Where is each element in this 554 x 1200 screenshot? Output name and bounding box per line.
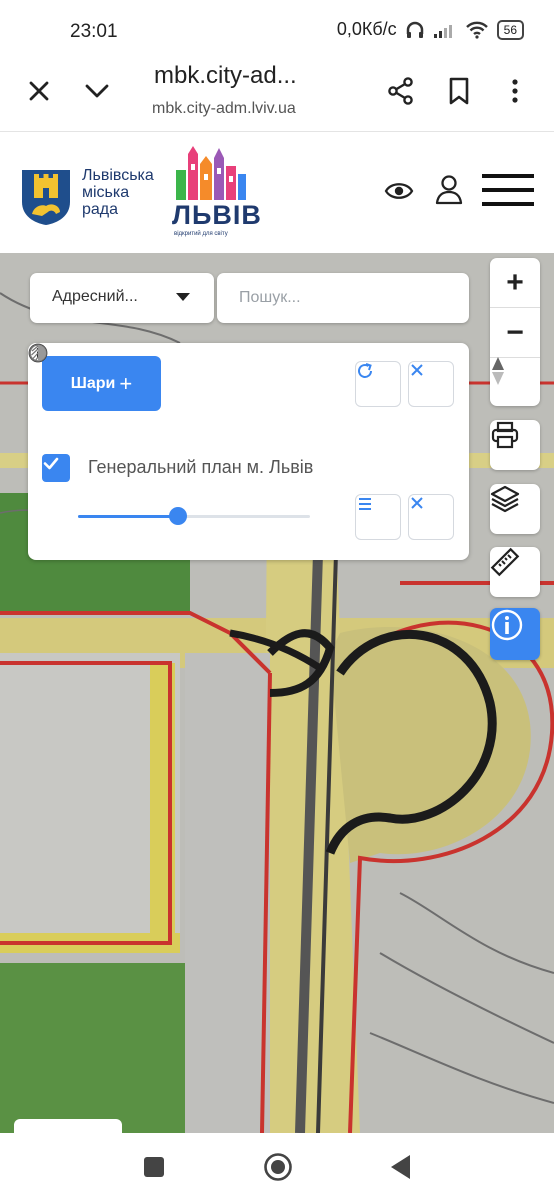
brand-tagline: відкритий для світу xyxy=(174,231,228,237)
caret-down-icon xyxy=(176,293,190,301)
close-icon[interactable] xyxy=(24,76,54,106)
recent-apps-icon[interactable] xyxy=(144,1157,164,1177)
battery-indicator: 56 xyxy=(496,19,524,40)
layer-legend-button[interactable] xyxy=(355,494,401,540)
layer-name: Генеральний план м. Львів xyxy=(88,457,314,477)
refresh-layers-button[interactable] xyxy=(355,361,401,407)
back-icon[interactable] xyxy=(388,1153,412,1181)
user-icon[interactable] xyxy=(434,174,464,206)
measure-button[interactable] xyxy=(490,547,540,597)
refresh-icon xyxy=(358,363,372,378)
zoom-controls: + − xyxy=(490,258,540,406)
add-layers-button[interactable]: Шари + xyxy=(42,356,161,411)
zoom-out-button[interactable]: − xyxy=(490,308,540,358)
address-type-value: Адресний... xyxy=(52,288,138,305)
menu-icon[interactable] xyxy=(482,172,534,208)
map-view[interactable]: Адресний... + − Шари + Г xyxy=(0,253,554,1133)
ruler-icon xyxy=(490,547,520,577)
print-button[interactable] xyxy=(490,420,540,470)
opacity-slider-thumb[interactable] xyxy=(168,507,187,525)
list-icon xyxy=(359,498,371,510)
site-header: Львівська міська рада ЛЬВІВ відкритий дл… xyxy=(0,132,554,253)
browser-toolbar: mbk.city-ad... mbk.city-adm.lviv.ua xyxy=(0,62,554,132)
check-icon xyxy=(43,457,59,470)
chevron-down-icon[interactable] xyxy=(82,76,112,106)
remove-layer-button[interactable] xyxy=(408,494,454,540)
headphones-icon xyxy=(406,21,423,38)
lviv-towers-logo[interactable] xyxy=(172,144,250,202)
status-time: 23:01 xyxy=(70,21,118,42)
address-type-select[interactable]: Адресний... xyxy=(30,273,214,323)
system-navigation-bar xyxy=(0,1133,554,1200)
page-title: mbk.city-ad... xyxy=(154,62,297,89)
network-speed: 0,0Кб/с xyxy=(336,19,397,39)
signal-icon xyxy=(433,24,452,38)
plus-icon: + xyxy=(119,370,133,396)
layers-icon xyxy=(490,485,520,513)
search-input[interactable] xyxy=(217,273,469,323)
layers-button[interactable] xyxy=(490,484,540,534)
layers-panel: Шари + Генеральний план м. Львів xyxy=(28,343,469,560)
opacity-slider-track[interactable] xyxy=(78,515,310,518)
opacity-icon xyxy=(29,344,47,362)
more-vertical-icon[interactable] xyxy=(500,76,530,106)
eye-icon[interactable] xyxy=(384,176,414,206)
share-icon[interactable] xyxy=(386,76,416,106)
compass-icon xyxy=(492,357,504,385)
city-council-name: Львівська міська рада xyxy=(82,167,154,218)
layer-visibility-checkbox[interactable] xyxy=(42,454,70,482)
zoom-in-button[interactable]: + xyxy=(490,258,540,308)
page-url[interactable]: mbk.city-adm.lviv.ua xyxy=(152,100,296,118)
info-button[interactable] xyxy=(490,608,540,660)
info-icon xyxy=(491,609,523,641)
status-bar: 23:01 0,0Кб/с 56 xyxy=(0,0,554,62)
city-council-crest-logo[interactable] xyxy=(20,168,72,226)
wifi-icon xyxy=(465,21,488,39)
map-bottom-tab[interactable] xyxy=(14,1119,122,1133)
home-icon[interactable] xyxy=(263,1152,293,1182)
bookmark-icon[interactable] xyxy=(444,76,474,106)
close-icon xyxy=(411,364,423,376)
close-icon xyxy=(411,497,423,509)
opacity-slider-fill xyxy=(78,515,178,518)
printer-icon xyxy=(491,421,519,449)
status-icons: 0,0Кб/с 56 xyxy=(337,19,524,40)
close-panel-button[interactable] xyxy=(408,361,454,407)
compass-button[interactable] xyxy=(490,356,540,406)
brand-name: ЛЬВІВ xyxy=(172,200,262,230)
